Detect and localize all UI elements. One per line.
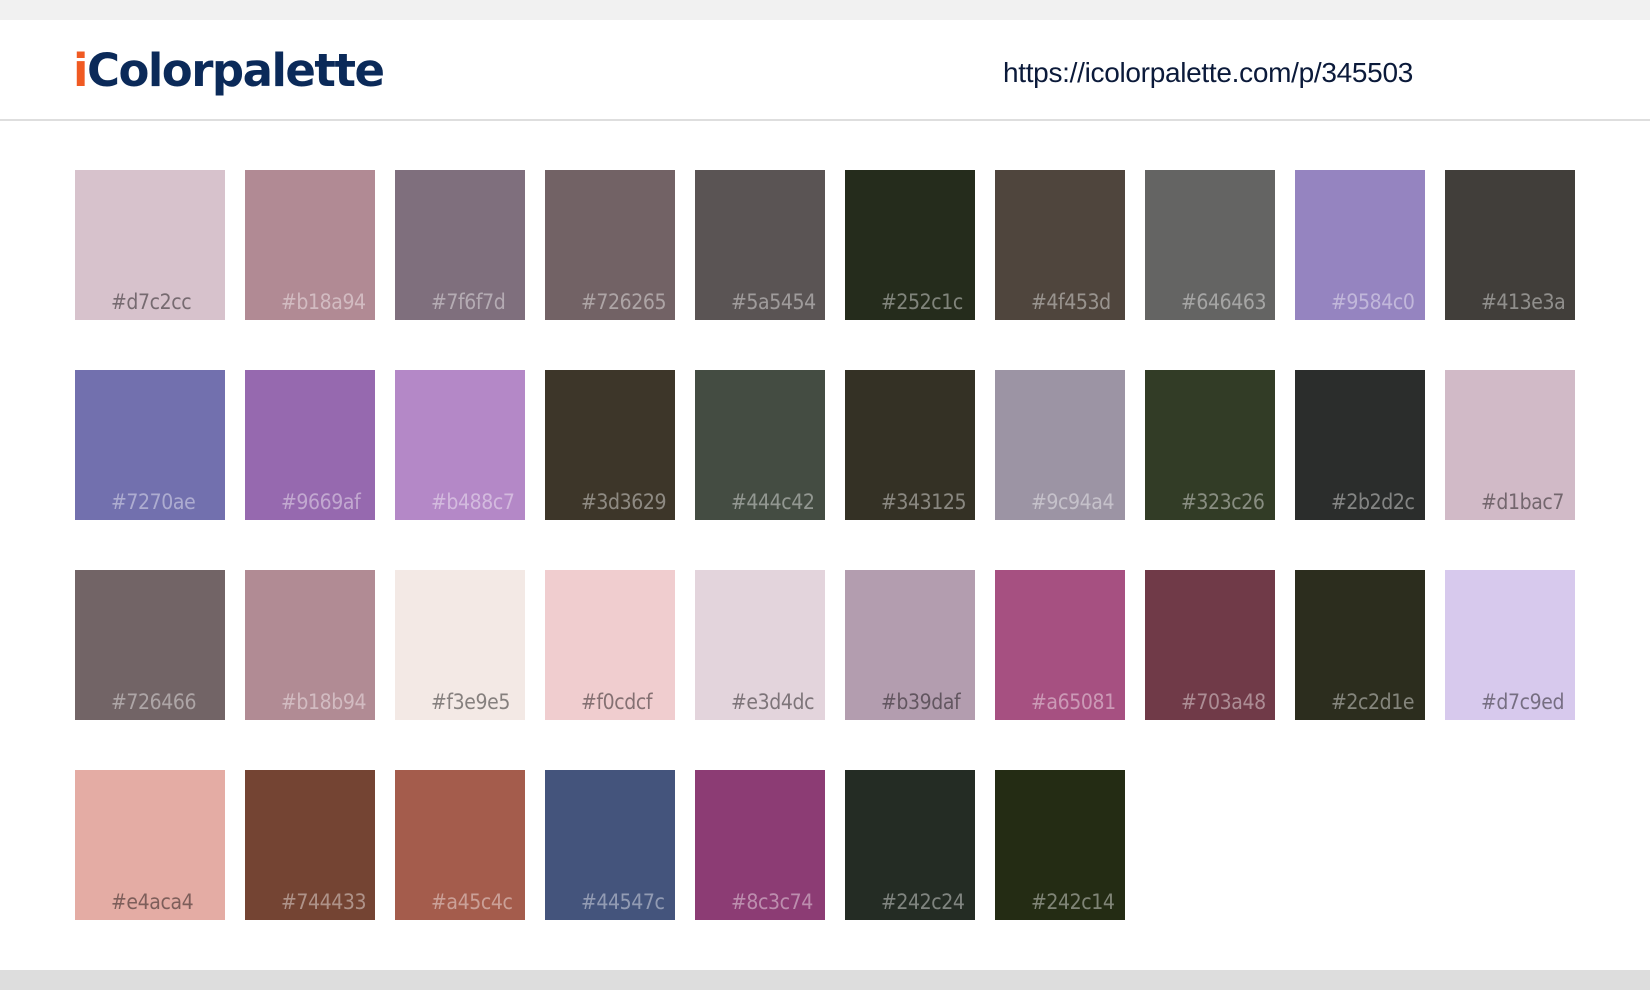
color-swatch[interactable]: #8c3c74 [695,770,825,920]
swatch-hex-label: #726466 [111,690,197,714]
swatch-hex-label: #726265 [581,290,667,314]
swatch-hex-label: #d1bac7 [1481,490,1565,514]
color-swatch[interactable]: #413e3a [1445,170,1575,320]
color-swatch[interactable]: #9584c0 [1295,170,1425,320]
color-swatch[interactable]: #b18a94 [245,170,375,320]
swatch-hex-label: #44547c [581,890,665,914]
color-swatch[interactable]: #444c42 [695,370,825,520]
color-swatch[interactable]: #9c94a4 [995,370,1125,520]
swatch-hex-label: #9c94a4 [1031,490,1115,514]
swatch-hex-label: #9669af [281,490,361,514]
color-swatch[interactable]: #d7c9ed [1445,570,1575,720]
swatch-hex-label: #2c2d1e [1331,690,1415,714]
swatch-hex-label: #a45c4c [431,890,513,914]
color-swatch[interactable]: #a45c4c [395,770,525,920]
color-swatch[interactable]: #5a5454 [695,170,825,320]
color-swatch[interactable]: #d7c2cc [75,170,225,320]
swatch-hex-label: #7270ae [111,490,196,514]
color-swatch[interactable]: #646463 [1145,170,1275,320]
swatch-hex-label: #f3e9e5 [431,690,510,714]
swatch-hex-label: #5a5454 [731,290,816,314]
color-swatch[interactable]: #a65081 [995,570,1125,720]
color-swatch[interactable]: #703a48 [1145,570,1275,720]
swatch-hex-label: #323c26 [1181,490,1265,514]
color-swatch[interactable]: #f3e9e5 [395,570,525,720]
color-swatch[interactable]: #b488c7 [395,370,525,520]
swatch-hex-label: #8c3c74 [731,890,813,914]
swatch-hex-label: #b488c7 [431,490,515,514]
color-swatch[interactable]: #242c14 [995,770,1125,920]
color-swatch[interactable]: #f0cdcf [545,570,675,720]
color-swatch[interactable]: #2c2d1e [1295,570,1425,720]
color-swatch[interactable]: #252c1c [845,170,975,320]
swatch-hex-label: #e3d4dc [731,690,815,714]
color-swatch[interactable]: #9669af [245,370,375,520]
swatch-hex-label: #252c1c [881,290,963,314]
swatch-hex-label: #e4aca4 [111,890,194,914]
color-swatch[interactable]: #2b2d2c [1295,370,1425,520]
swatch-hex-label: #646463 [1181,290,1267,314]
swatch-hex-label: #7f6f7d [431,290,506,314]
swatch-hex-label: #2b2d2c [1331,490,1415,514]
swatch-hex-label: #9584c0 [1331,290,1415,314]
swatch-hex-label: #4f453d [1031,290,1111,314]
swatch-hex-label: #3d3629 [581,490,667,514]
swatch-hex-label: #b18a94 [281,290,366,314]
color-swatch[interactable]: #744433 [245,770,375,920]
swatch-hex-label: #d7c2cc [111,290,192,314]
footer-band [0,970,1650,990]
swatch-hex-label: #b18b94 [281,690,367,714]
swatch-hex-label: #b39daf [881,690,961,714]
swatch-hex-label: #242c24 [881,890,965,914]
swatch-hex-label: #d7c9ed [1481,690,1565,714]
swatch-hex-label: #343125 [881,490,967,514]
color-swatch[interactable]: #343125 [845,370,975,520]
color-swatch[interactable]: #726265 [545,170,675,320]
color-swatch[interactable]: #e3d4dc [695,570,825,720]
color-swatch[interactable]: #3d3629 [545,370,675,520]
swatch-hex-label: #242c14 [1031,890,1115,914]
color-swatch[interactable]: #7270ae [75,370,225,520]
swatch-hex-label: #744433 [281,890,367,914]
color-swatch[interactable]: #726466 [75,570,225,720]
color-swatch[interactable]: #b39daf [845,570,975,720]
swatch-hex-label: #a65081 [1031,690,1116,714]
color-swatch[interactable]: #e4aca4 [75,770,225,920]
swatch-hex-label: #413e3a [1481,290,1566,314]
color-swatch[interactable]: #d1bac7 [1445,370,1575,520]
swatch-grid: #d7c2cc #b18a94 #7f6f7d #726265 #5a5454 #252c… [0,0,1650,990]
color-swatch[interactable]: #7f6f7d [395,170,525,320]
color-swatch[interactable]: #44547c [545,770,675,920]
color-swatch[interactable]: #323c26 [1145,370,1275,520]
swatch-hex-label: #703a48 [1181,690,1266,714]
color-swatch[interactable]: #4f453d [995,170,1125,320]
color-swatch[interactable]: #b18b94 [245,570,375,720]
color-swatch[interactable]: #242c24 [845,770,975,920]
swatch-hex-label: #444c42 [731,490,815,514]
swatch-hex-label: #f0cdcf [581,690,653,714]
